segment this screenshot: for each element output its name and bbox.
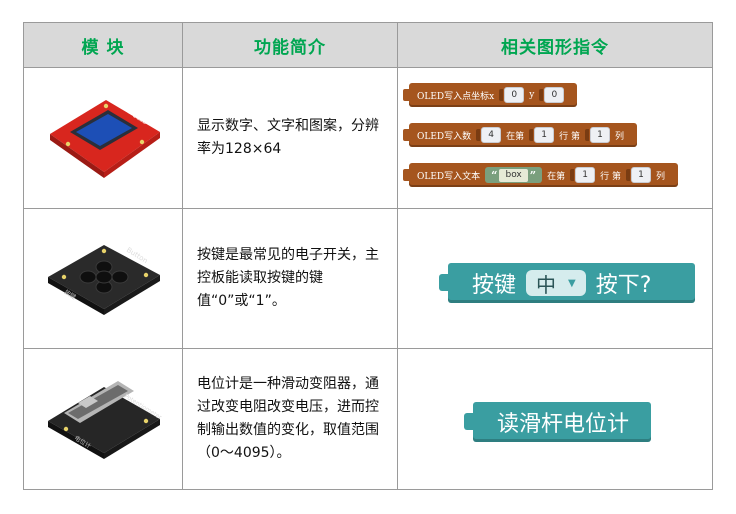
oled-text-row-input[interactable]: 1	[575, 167, 596, 183]
oled-write-text-block[interactable]: OLED写入文本 “box” 在第 1 行 第 1 列	[403, 163, 678, 187]
blocks-potentiometer: 读滑杆电位计	[397, 348, 713, 490]
table-row-oled: OLED 显示数字、文字和图案，分辨率为128×64 OLED写入点坐标x 0 …	[23, 67, 713, 209]
oled-write-number-block[interactable]: OLED写入数 4 在第 1 行 第 1 列	[403, 123, 638, 147]
oled-text-col-input[interactable]: 1	[630, 167, 651, 183]
module-image-oled: OLED	[23, 67, 183, 209]
oled-number-input[interactable]: 4	[481, 127, 502, 143]
button-key-dropdown[interactable]: 中 ▼	[526, 270, 586, 297]
header-module: 模 块	[23, 22, 183, 68]
oled-x-input[interactable]: 0	[504, 87, 525, 103]
oled-number-row-input[interactable]: 1	[534, 127, 555, 143]
table-row-potentiometer: Potentiometer 电位计 电位计是一种滑动变阻器，通过改变电阻改变电压…	[23, 348, 713, 490]
oled-set-xy-block[interactable]: OLED写入点坐标x 0 y 0	[403, 83, 578, 107]
header-function: 功能简介	[182, 22, 398, 68]
description-potentiometer: 电位计是一种滑动变阻器，通过改变电阻改变电压，进而控制输出数值的变化，取值范围（…	[182, 348, 398, 490]
button-module-icon: Button 按键	[48, 244, 160, 315]
header-row: 模 块 功能简介 相关图形指令	[23, 22, 713, 68]
module-table: 模 块 功能简介 相关图形指令 OLED 显示数字、文字和图案，分辨率为128×…	[23, 22, 713, 490]
potentiometer-module-icon: Potentiometer 电位计	[48, 381, 163, 459]
button-block-prefix: 按键	[472, 273, 517, 298]
blocks-button: 按键 中 ▼ 按下?	[397, 208, 713, 349]
oled-number-col-input[interactable]: 1	[590, 127, 611, 143]
table-row-button: Button 按键 按键是最常见的电子开关，主控板能读取按键的键值“0”或“1”…	[23, 208, 713, 349]
oled-module-icon: OLED	[50, 100, 160, 178]
description-oled: 显示数字、文字和图案，分辨率为128×64	[182, 67, 398, 209]
dropdown-arrow-icon: ▼	[568, 277, 576, 289]
read-potentiometer-block[interactable]: 读滑杆电位计	[464, 402, 651, 442]
button-pressed-block[interactable]: 按键 中 ▼ 按下?	[439, 263, 695, 303]
oled-y-input[interactable]: 0	[544, 87, 565, 103]
potentiometer-block-label: 读滑杆电位计	[497, 412, 630, 437]
module-image-potentiometer: Potentiometer 电位计	[23, 348, 183, 490]
oled-text-input[interactable]: box	[499, 168, 528, 182]
button-block-suffix: 按下?	[595, 273, 652, 298]
module-image-button: Button 按键	[23, 208, 183, 349]
header-instructions: 相关图形指令	[397, 22, 713, 68]
blocks-oled: OLED写入点坐标x 0 y 0 OLED写入数 4 在第 1 行 第 1 列 …	[397, 67, 713, 209]
description-button: 按键是最常见的电子开关，主控板能读取按键的键值“0”或“1”。	[182, 208, 398, 349]
